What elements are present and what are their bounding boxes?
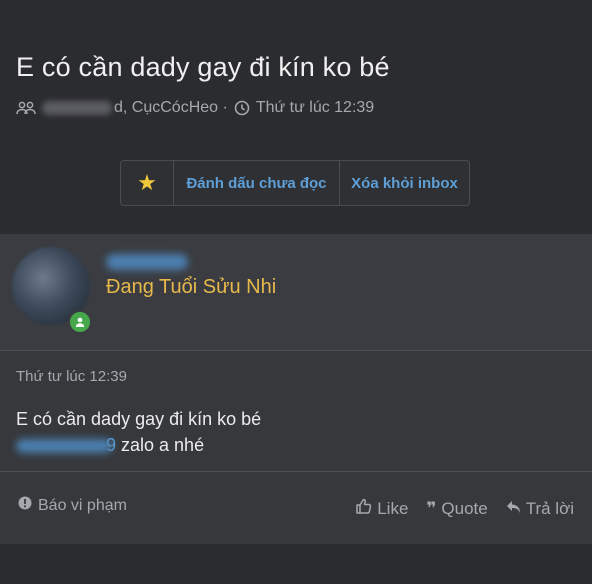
phone-redacted [16, 439, 112, 454]
alert-icon [18, 496, 32, 515]
thread-action-bar: ★ Đánh dấu chưa đọc Xóa khỏi inbox [120, 160, 470, 206]
star-button[interactable]: ★ [121, 161, 174, 205]
online-status-icon [68, 310, 92, 334]
like-label: Like [377, 499, 409, 518]
message-actions: Like ❞ Quote Trả lời [355, 498, 574, 520]
reply-button[interactable]: Trả lời [506, 498, 574, 520]
like-button[interactable]: Like [355, 498, 408, 520]
message-user-header: Đang Tuổi Sửu Nhi [0, 234, 592, 351]
participants-text[interactable]: d, CụcCócHeo · [114, 99, 228, 117]
message-line-2-text: zalo a nhé [116, 435, 205, 455]
clock-icon [234, 100, 250, 116]
message-divider [0, 471, 592, 472]
reply-label: Trả lời [525, 499, 574, 518]
quote-label: Quote [441, 499, 488, 518]
reply-icon [506, 499, 521, 519]
user-title: Đang Tuổi Sửu Nhi [106, 276, 277, 298]
message-time: Thứ tư lúc 12:39 [16, 368, 127, 385]
star-icon: ★ [137, 170, 157, 195]
participants-icon [16, 100, 36, 116]
thread-meta: d, CụcCócHeo · Thứ tư lúc 12:39 [16, 99, 374, 117]
thumbs-up-icon [355, 498, 372, 520]
remove-inbox-button[interactable]: Xóa khỏi inbox [340, 161, 469, 205]
message-body: E có cần dady gay đi kín ko bé 9 zalo a … [16, 406, 261, 458]
username-redacted[interactable] [106, 254, 188, 270]
report-label: Báo vi phạm [38, 496, 127, 514]
quote-button[interactable]: ❞ Quote [426, 498, 487, 520]
thread-title: E có cần dady gay đi kín ko bé [16, 52, 390, 82]
message-card: Đang Tuổi Sửu Nhi Thứ tư lúc 12:39 E có … [0, 234, 592, 544]
participant-name-redacted [42, 101, 112, 115]
message-line-1: E có cần dady gay đi kín ko bé [16, 409, 262, 429]
mark-unread-button[interactable]: Đánh dấu chưa đọc [174, 161, 340, 205]
thread-time: Thứ tư lúc 12:39 [255, 99, 375, 116]
report-link[interactable]: Báo vi phạm [18, 496, 127, 515]
quote-icon: ❞ [426, 499, 437, 518]
message-line-2: 9 zalo a nhé [16, 432, 261, 458]
